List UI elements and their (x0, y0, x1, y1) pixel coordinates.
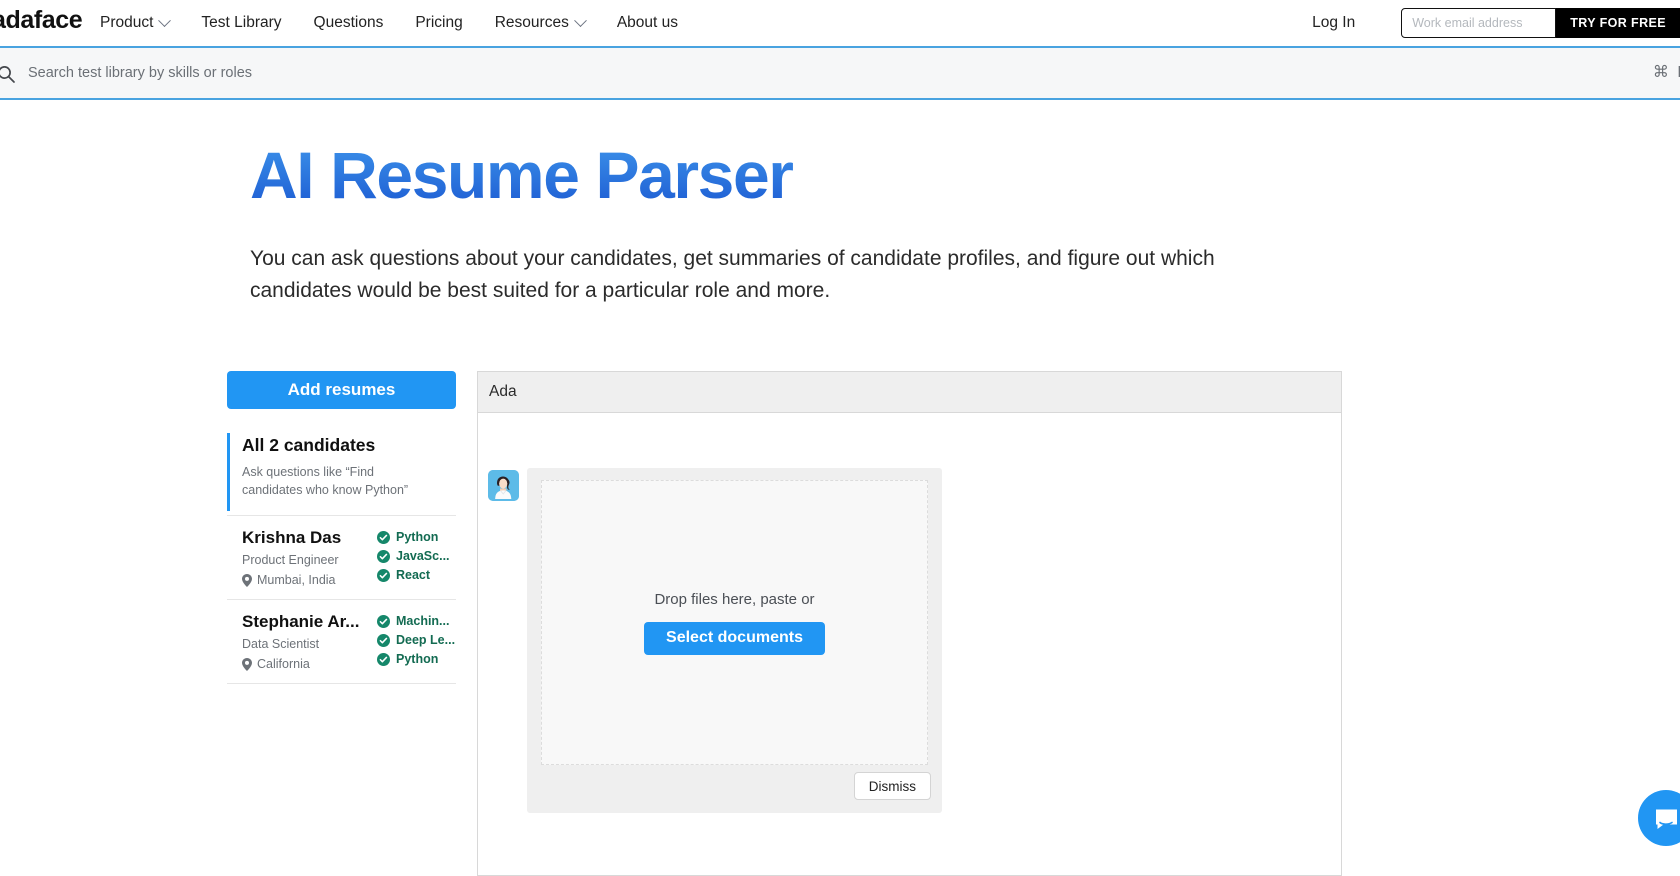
test-library-search-bar: ⌘ K (0, 46, 1680, 100)
skill-badge: Python (377, 530, 450, 544)
search-input[interactable] (28, 48, 1428, 98)
location-pin-icon (242, 573, 252, 587)
skill-label: Python (396, 530, 439, 544)
skill-label: Python (396, 652, 439, 666)
sidebar-item-all-candidates[interactable]: All 2 candidates Ask questions like “Fin… (227, 429, 456, 516)
candidate-location: California (242, 657, 367, 671)
candidate-role: Data Scientist (242, 637, 320, 651)
top-navigation-bar: adaface Product Test Library Questions P… (0, 0, 1680, 46)
nav-right-actions: Log In TRY FOR FREE (1312, 0, 1680, 46)
nav-item-resources[interactable]: Resources (494, 13, 587, 32)
search-icon (0, 66, 15, 83)
check-circle-icon (377, 652, 390, 666)
login-link[interactable]: Log In (1312, 14, 1355, 32)
chevron-down-icon (158, 13, 172, 27)
check-circle-icon (377, 568, 390, 582)
skill-label: JavaSc... (396, 549, 450, 563)
skill-label: Machin... (396, 614, 450, 628)
candidate-location: Mumbai, India (242, 573, 367, 587)
nav-item-test-library[interactable]: Test Library (201, 14, 281, 32)
all-candidates-hint: Ask questions like “Find candidates who … (242, 465, 409, 497)
work-email-input[interactable] (1401, 8, 1557, 38)
check-circle-icon (377, 549, 390, 563)
file-dropzone[interactable]: Drop files here, paste or Select documen… (541, 480, 928, 765)
nav-item-label: About us (616, 14, 679, 31)
brand-logo[interactable]: adaface (0, 6, 83, 35)
nav-item-label: Resources (494, 14, 569, 31)
skill-badge: Python (377, 652, 455, 666)
nav-item-label: Questions (313, 14, 384, 31)
nav-item-label: Product (100, 14, 154, 31)
check-circle-icon (377, 614, 390, 628)
chat-panel-header: Ada (478, 372, 1341, 413)
skill-badge: Deep Le... (377, 633, 455, 647)
candidates-sidebar: Add resumes All 2 candidates Ask questio… (227, 371, 456, 684)
nav-item-questions[interactable]: Questions (314, 14, 384, 32)
skill-label: React (396, 568, 431, 582)
candidate-info: Krishna Das Product Engineer Mumbai, Ind… (242, 528, 367, 587)
chat-panel: Ada Drop files here, paste or Select doc… (477, 371, 1342, 876)
dropzone-instruction: Drop files here, paste or (654, 590, 815, 608)
list-item[interactable]: Stephanie Ar... Data Scientist Californi… (227, 600, 456, 684)
nav-item-label: Pricing (415, 14, 463, 31)
nav-item-about-us[interactable]: About us (617, 14, 678, 32)
check-circle-icon (377, 633, 390, 647)
candidate-skills: Python JavaSc... React (377, 528, 450, 587)
avatar-illustration (488, 470, 519, 501)
dismiss-button[interactable]: Dismiss (853, 772, 931, 800)
page-title: AI Resume Parser (250, 138, 794, 212)
candidate-skills: Machin... Deep Le... Python (377, 612, 455, 671)
location-pin-icon (242, 657, 252, 671)
candidate-list: All 2 candidates Ask questions like “Fin… (227, 429, 456, 684)
candidate-role: Product Engineer (242, 553, 339, 567)
try-for-free-button[interactable]: TRY FOR FREE (1556, 8, 1680, 38)
skill-badge: React (377, 568, 450, 582)
select-documents-button[interactable]: Select documents (644, 621, 825, 655)
check-circle-icon (377, 530, 390, 544)
page-subtitle: You can ask questions about your candida… (250, 247, 1215, 302)
nav-item-product[interactable]: Product (100, 13, 172, 32)
list-item[interactable]: Krishna Das Product Engineer Mumbai, Ind… (227, 516, 456, 600)
chat-bubble-icon (1655, 809, 1677, 829)
chat-panel-body: Drop files here, paste or Select documen… (478, 413, 1341, 875)
all-candidates-title: All 2 candidates (242, 435, 376, 455)
nav-item-pricing[interactable]: Pricing (415, 14, 462, 32)
chevron-down-icon (573, 13, 587, 27)
candidate-name: Stephanie Ar... (242, 612, 360, 631)
skill-badge: JavaSc... (377, 549, 450, 563)
primary-nav-links: Product Test Library Questions Pricing R… (100, 0, 678, 46)
upload-card: Drop files here, paste or Select documen… (527, 468, 942, 813)
candidate-info: Stephanie Ar... Data Scientist Californi… (242, 612, 367, 671)
add-resumes-button[interactable]: Add resumes (227, 371, 456, 409)
candidate-location-label: California (257, 657, 310, 671)
skill-badge: Machin... (377, 614, 455, 628)
skill-label: Deep Le... (396, 633, 456, 647)
search-shortcut-hint: ⌘ K (1652, 64, 1680, 81)
avatar (488, 470, 519, 501)
chat-panel-title: Ada (489, 383, 517, 400)
nav-item-label: Test Library (201, 14, 282, 31)
candidate-name: Krishna Das (242, 528, 342, 547)
chat-launcher-button[interactable] (1638, 790, 1680, 846)
candidate-location-label: Mumbai, India (257, 573, 336, 587)
